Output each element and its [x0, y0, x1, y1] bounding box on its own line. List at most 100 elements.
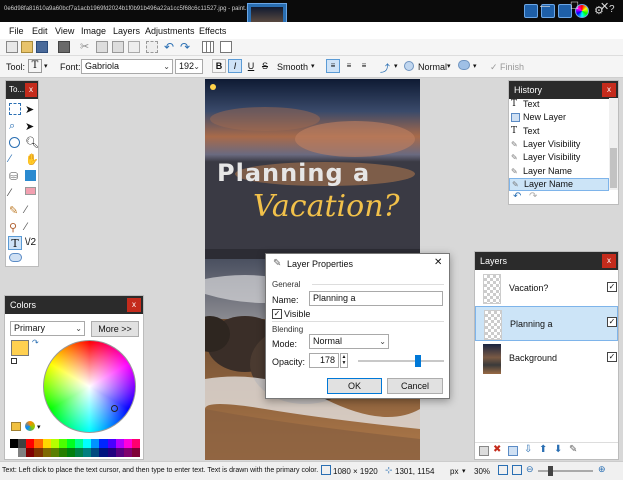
palette-swatch[interactable] [34, 439, 43, 448]
palette-swatch[interactable] [83, 448, 92, 457]
color-mode-select[interactable]: Primary ⌄ [10, 321, 85, 336]
chevron-down-icon[interactable]: ▾ [447, 62, 451, 70]
close-button[interactable]: ✕ [600, 0, 616, 13]
deselect-icon[interactable] [146, 41, 158, 53]
layer-name-input[interactable]: Planning a [309, 291, 443, 306]
palette-swatch[interactable] [50, 439, 59, 448]
blend-mode-select[interactable]: Normal [418, 62, 447, 72]
copy-icon[interactable] [96, 41, 108, 53]
opacity-slider-thumb[interactable] [415, 355, 422, 367]
clone-stamp-icon[interactable]: ⚲ [9, 221, 17, 234]
cut-icon[interactable]: ✂ [80, 41, 92, 53]
palette-swatch[interactable] [83, 439, 92, 448]
menu-adjustments[interactable]: Adjustments [145, 26, 195, 36]
close-icon[interactable]: x [25, 83, 37, 97]
ellipse-select-icon[interactable] [9, 137, 20, 148]
undo-icon[interactable]: ↶ [164, 41, 176, 53]
pencil-icon[interactable]: ✎ [9, 204, 18, 217]
palette-swatch[interactable] [75, 448, 84, 457]
color-palette[interactable] [10, 439, 140, 457]
palette-swatch[interactable] [58, 448, 67, 457]
finish-button[interactable]: Finish [500, 62, 524, 72]
chevron-down-icon[interactable]: ▾ [394, 62, 398, 70]
units-select[interactable]: px [450, 467, 458, 476]
history-item[interactable]: T Text [509, 98, 609, 111]
crop-icon[interactable] [128, 41, 140, 53]
palette-swatch[interactable] [42, 439, 51, 448]
menu-effects[interactable]: Effects [199, 26, 226, 36]
paste-icon[interactable] [112, 41, 124, 53]
lasso-icon[interactable]: ⌕ [9, 120, 15, 133]
menu-view[interactable]: View [55, 26, 74, 36]
line-curve-icon[interactable]: \/2 [25, 237, 36, 248]
palette-swatch[interactable] [75, 439, 84, 448]
palette-swatch[interactable] [107, 448, 116, 457]
color-wheel[interactable] [43, 340, 136, 433]
move-layer-down-icon[interactable]: ⬇ [554, 444, 562, 455]
layer-visible-checkbox[interactable]: ✓ [607, 317, 617, 327]
magic-wand-icon[interactable]: ⁄ [9, 153, 11, 165]
font-size-select[interactable]: 192 ⌄ [175, 59, 203, 74]
close-icon[interactable]: ✕ [434, 257, 442, 268]
reset-colors-icon[interactable] [11, 358, 17, 364]
close-icon[interactable]: x [127, 298, 141, 312]
palette-icon[interactable] [25, 421, 35, 431]
maximize-button[interactable]: ☐ [570, 1, 586, 13]
paintbrush-icon[interactable]: ⁄ [9, 187, 11, 199]
close-icon[interactable]: x [602, 83, 616, 97]
palette-swatch[interactable] [18, 439, 27, 448]
align-center-icon[interactable]: ≡ [342, 59, 356, 73]
layer-row[interactable]: Background ✓ [475, 341, 618, 376]
undo-icon[interactable]: ↶ [513, 191, 521, 202]
palette-swatch[interactable] [50, 448, 59, 457]
opacity-input[interactable]: 178 [309, 353, 339, 368]
palette-swatch[interactable] [123, 439, 132, 448]
history-item[interactable]: ✎ Layer Visibility [509, 138, 609, 151]
add-to-palette-icon[interactable] [11, 422, 21, 431]
actual-size-icon[interactable] [512, 465, 522, 475]
selection-mode-icon[interactable] [458, 60, 470, 70]
save-icon[interactable] [36, 41, 48, 53]
merge-layer-icon[interactable]: ⇩ [524, 444, 532, 455]
underline-button[interactable]: U [244, 59, 258, 73]
history-item[interactable]: T Text [509, 125, 609, 138]
redo-icon[interactable]: ↷ [180, 41, 192, 53]
pan-icon[interactable]: ✋ [25, 153, 39, 166]
palette-swatch[interactable] [107, 439, 116, 448]
layer-visible-checkbox[interactable]: ✓ [607, 352, 617, 362]
menu-file[interactable]: File [9, 26, 24, 36]
layer-row[interactable]: Vacation? ✓ [475, 271, 618, 306]
history-item[interactable]: ✎ Layer Visibility [509, 151, 609, 164]
zoom-slider[interactable] [538, 466, 593, 476]
recolor-icon[interactable]: ⁄ [25, 221, 27, 233]
font-select[interactable]: Gabriola ⌄ [81, 59, 173, 74]
ruler-icon[interactable] [220, 41, 232, 53]
palette-swatch[interactable] [99, 448, 108, 457]
align-left-icon[interactable]: ≡ [326, 59, 340, 73]
palette-swatch[interactable] [10, 439, 19, 448]
palette-swatch[interactable] [66, 448, 75, 457]
tools-toggle-icon[interactable] [524, 4, 538, 18]
chevron-down-icon[interactable]: ▾ [473, 62, 477, 70]
blend-mode-icon[interactable]: ⤴ [380, 60, 390, 75]
align-right-icon[interactable]: ≡ [357, 59, 371, 73]
history-item[interactable]: ✎ Layer Name [509, 164, 609, 177]
palette-swatch[interactable] [91, 448, 100, 457]
zoom-icon[interactable]: 🔍︎ [25, 136, 39, 149]
layer-visible-checkbox[interactable]: ✓ [607, 282, 617, 292]
chevron-down-icon[interactable]: ▾ [311, 62, 315, 70]
palette-swatch[interactable] [26, 439, 35, 448]
palette-swatch[interactable] [115, 448, 124, 457]
chevron-down-icon[interactable]: ▾ [462, 467, 466, 475]
color-wheel-handle[interactable] [111, 405, 118, 412]
scrollbar-thumb[interactable] [610, 148, 617, 188]
primary-color-swatch[interactable] [11, 340, 29, 356]
add-layer-icon[interactable] [479, 446, 489, 456]
print-icon[interactable] [58, 41, 70, 53]
redo-icon[interactable]: ↷ [529, 191, 537, 202]
palette-swatch[interactable] [131, 439, 140, 448]
palette-swatch[interactable] [131, 448, 140, 457]
move-selection-icon[interactable]: ➤ [25, 103, 34, 116]
palette-swatch[interactable] [66, 439, 75, 448]
ok-button[interactable]: OK [327, 378, 382, 394]
